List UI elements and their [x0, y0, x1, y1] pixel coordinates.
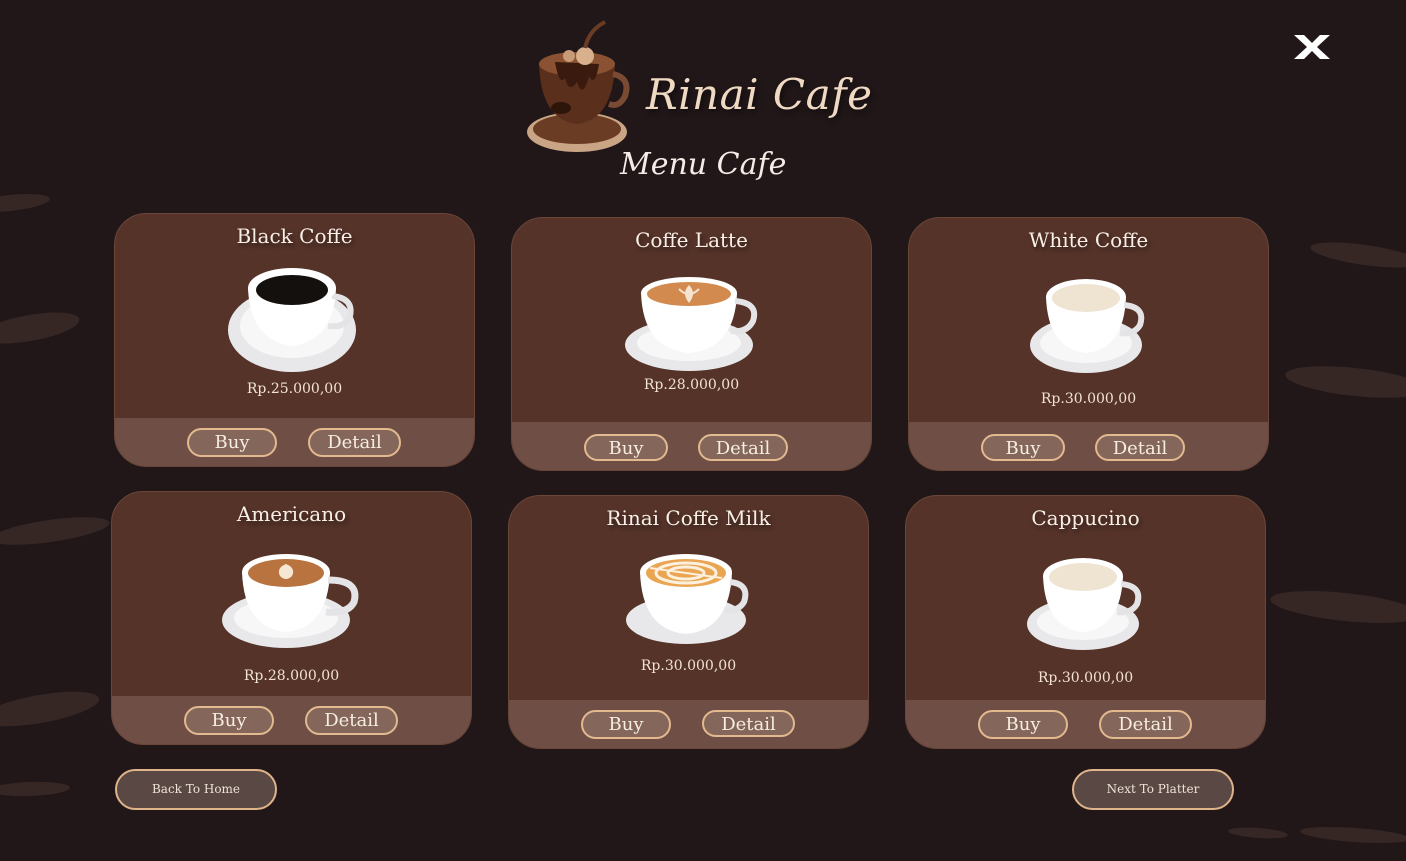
cafe-name: Rinai Cafe — [646, 70, 873, 119]
back-to-home-button[interactable]: Back To Home — [115, 769, 277, 810]
menu-item-name: White Coffe — [1028, 228, 1149, 252]
menu-item-name: Black Coffe — [236, 224, 353, 248]
detail-button[interactable]: Detail — [1099, 710, 1192, 739]
bg-leaf-decoration — [1309, 237, 1406, 273]
bg-leaf-decoration — [1299, 824, 1406, 846]
menu-item-price: Rp.28.000,00 — [243, 668, 340, 684]
bg-leaf-decoration — [0, 306, 82, 350]
buy-button[interactable]: Buy — [584, 434, 668, 461]
white-coffee-cup-icon — [1029, 279, 1144, 373]
detail-button[interactable]: Detail — [702, 710, 795, 737]
brand-header: Rinai Cafe Menu Cafe — [520, 14, 872, 189]
detail-button[interactable]: Detail — [1095, 434, 1185, 461]
bg-leaf-decoration — [0, 780, 71, 798]
menu-item-name: Coffe Latte — [635, 228, 748, 252]
buy-button[interactable]: Buy — [184, 706, 274, 735]
americano-cup-icon — [221, 554, 358, 648]
close-x-icon — [1294, 35, 1330, 59]
cafe-logo — [527, 20, 630, 152]
menu-item-price: Rp.25.000,00 — [246, 381, 343, 397]
bg-leaf-decoration — [1227, 825, 1289, 841]
next-to-platter-button[interactable]: Next To Platter — [1072, 769, 1234, 810]
bg-leaf-decoration — [0, 190, 51, 216]
latte-cup-icon — [624, 277, 757, 371]
menu-item-name: Americano — [236, 502, 347, 526]
menu-card-coffe-latte: Coffe Latte Rp.28.000,00 Buy Detail — [511, 217, 872, 471]
card-footer: Buy Detail — [509, 700, 868, 748]
buy-button[interactable]: Buy — [978, 710, 1068, 739]
black-coffee-cup-icon — [227, 268, 356, 372]
card-footer: Buy Detail — [909, 422, 1268, 470]
menu-item-name: Cappucino — [1031, 506, 1140, 530]
menu-item-price: Rp.30.000,00 — [1040, 391, 1137, 407]
detail-button[interactable]: Detail — [308, 428, 401, 457]
card-footer: Buy Detail — [112, 696, 471, 744]
menu-card-black-coffe: Black Coffe Rp.25.000,00 Buy Detail — [114, 213, 475, 467]
menu-card-white-coffe: White Coffe Rp.30.000,00 Buy Detail — [908, 217, 1269, 471]
page-title: Menu Cafe — [620, 147, 787, 182]
menu-item-name: Rinai Coffe Milk — [606, 506, 771, 530]
cappuccino-cup-icon — [1026, 558, 1141, 650]
card-footer: Buy Detail — [115, 418, 474, 466]
menu-item-price: Rp.30.000,00 — [1037, 670, 1134, 686]
bg-leaf-decoration — [1283, 360, 1406, 404]
close-button[interactable] — [1292, 34, 1332, 60]
card-footer: Buy Detail — [512, 422, 871, 470]
menu-card-cappucino: Cappucino Rp.30.000,00 Buy Detail — [905, 495, 1266, 749]
caramel-milk-cup-icon — [625, 554, 748, 644]
detail-button[interactable]: Detail — [698, 434, 788, 461]
menu-item-price: Rp.28.000,00 — [643, 377, 740, 393]
bg-leaf-decoration — [0, 511, 111, 551]
card-footer: Buy Detail — [906, 700, 1265, 748]
menu-card-americano: Americano Rp.28.000,00 Buy Detail — [111, 491, 472, 745]
buy-button[interactable]: Buy — [981, 434, 1065, 461]
buy-button[interactable]: Buy — [187, 428, 277, 457]
bg-leaf-decoration — [1268, 585, 1406, 629]
detail-button[interactable]: Detail — [305, 706, 398, 735]
buy-button[interactable]: Buy — [581, 710, 671, 739]
menu-item-price: Rp.30.000,00 — [640, 658, 737, 674]
menu-card-rinai-coffe-milk: Rinai Coffe Milk Rp.30.000,00 Buy Detail — [508, 495, 869, 749]
bg-leaf-decoration — [0, 684, 102, 734]
